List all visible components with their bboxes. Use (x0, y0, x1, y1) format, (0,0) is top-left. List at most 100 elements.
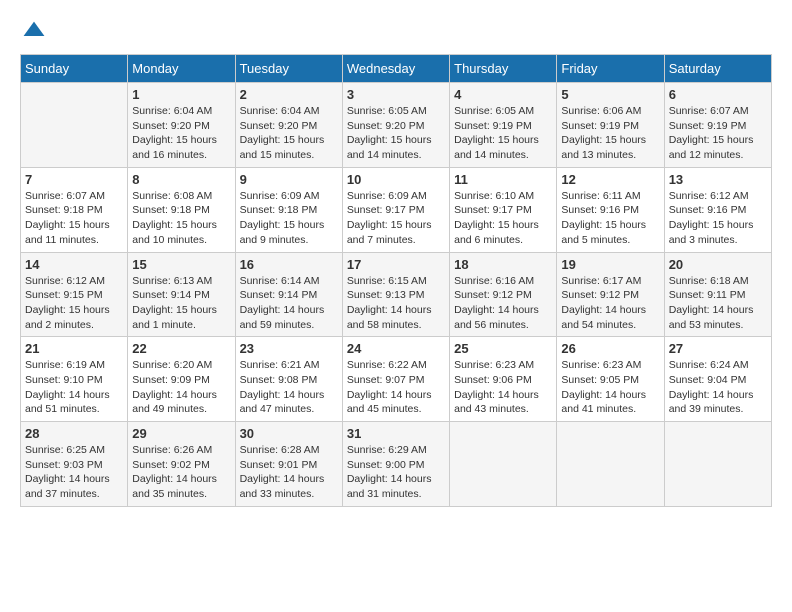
calendar-cell: 6Sunrise: 6:07 AM Sunset: 9:19 PM Daylig… (664, 83, 771, 168)
day-info: Sunrise: 6:23 AM Sunset: 9:06 PM Dayligh… (454, 358, 552, 417)
calendar-cell: 12 Sunrise: 6:11 AM Sunset: 9:16 PM Dayli… (557, 167, 664, 252)
calendar-header-saturday: Saturday (664, 55, 771, 83)
calendar-cell: 24Sunrise: 6:22 AM Sunset: 9:07 PM Dayli… (342, 337, 449, 422)
day-info: Sunrise: 6:05 AM Sunset: 9:19 PM Dayligh… (454, 104, 552, 163)
day-number: 16 (240, 257, 338, 272)
calendar-week-row: 21 Sunrise: 6:19 AM Sunset: 9:10 PM Dayli… (21, 337, 772, 422)
calendar-cell: 16 Sunrise: 6:14 AM Sunset: 9:14 PM Dayli… (235, 252, 342, 337)
day-info: Sunrise: 6:09 AM Sunset: 9:18 PM Dayligh… (240, 189, 338, 248)
calendar-cell (21, 83, 128, 168)
calendar-cell: 28 Sunrise: 6:25 AM Sunset: 9:03 PM Dayli… (21, 422, 128, 507)
day-info: Sunrise: 6:10 AM Sunset: 9:17 PM Dayligh… (454, 189, 552, 248)
calendar-cell: 26 Sunrise: 6:23 AM Sunset: 9:05 PM Dayli… (557, 337, 664, 422)
day-info: Sunrise: 6:26 AM Sunset: 9:02 PM Dayligh… (132, 443, 230, 502)
day-info: Sunrise: 6:12 AM Sunset: 9:15 PM Dayligh… (25, 274, 123, 333)
calendar-table: SundayMondayTuesdayWednesdayThursdayFrid… (20, 54, 772, 507)
day-number: 6 (669, 87, 767, 102)
calendar-cell: 19 Sunrise: 6:17 AM Sunset: 9:12 PM Dayli… (557, 252, 664, 337)
day-number: 14 (25, 257, 123, 272)
day-info: Sunrise: 6:04 AM Sunset: 9:20 PM Dayligh… (132, 104, 230, 163)
day-number: 31 (347, 426, 445, 441)
day-number: 7 (25, 172, 123, 187)
calendar-cell: 23 Sunrise: 6:21 AM Sunset: 9:08 PM Dayli… (235, 337, 342, 422)
calendar-cell: 30 Sunrise: 6:28 AM Sunset: 9:01 PM Dayli… (235, 422, 342, 507)
day-info: Sunrise: 6:08 AM Sunset: 9:18 PM Dayligh… (132, 189, 230, 248)
day-number: 1 (132, 87, 230, 102)
day-info: Sunrise: 6:21 AM Sunset: 9:08 PM Dayligh… (240, 358, 338, 417)
calendar-header-row: SundayMondayTuesdayWednesdayThursdayFrid… (21, 55, 772, 83)
calendar-cell: 17Sunrise: 6:15 AM Sunset: 9:13 PM Dayli… (342, 252, 449, 337)
day-info: Sunrise: 6:13 AM Sunset: 9:14 PM Dayligh… (132, 274, 230, 333)
day-number: 20 (669, 257, 767, 272)
calendar-cell: 8Sunrise: 6:08 AM Sunset: 9:18 PM Daylig… (128, 167, 235, 252)
calendar-week-row: 14 Sunrise: 6:12 AM Sunset: 9:15 PM Dayli… (21, 252, 772, 337)
day-number: 28 (25, 426, 123, 441)
day-info: Sunrise: 6:18 AM Sunset: 9:11 PM Dayligh… (669, 274, 767, 333)
day-info: Sunrise: 6:24 AM Sunset: 9:04 PM Dayligh… (669, 358, 767, 417)
calendar-week-row: 7 Sunrise: 6:07 AM Sunset: 9:18 PM Daylig… (21, 167, 772, 252)
day-info: Sunrise: 6:23 AM Sunset: 9:05 PM Dayligh… (561, 358, 659, 417)
day-number: 29 (132, 426, 230, 441)
calendar-cell: 21 Sunrise: 6:19 AM Sunset: 9:10 PM Dayli… (21, 337, 128, 422)
page-header (20, 20, 772, 44)
day-info: Sunrise: 6:25 AM Sunset: 9:03 PM Dayligh… (25, 443, 123, 502)
calendar-cell: 7 Sunrise: 6:07 AM Sunset: 9:18 PM Daylig… (21, 167, 128, 252)
calendar-header-sunday: Sunday (21, 55, 128, 83)
calendar-cell: 29 Sunrise: 6:26 AM Sunset: 9:02 PM Dayli… (128, 422, 235, 507)
calendar-header-thursday: Thursday (450, 55, 557, 83)
calendar-cell: 27 Sunrise: 6:24 AM Sunset: 9:04 PM Dayli… (664, 337, 771, 422)
day-info: Sunrise: 6:05 AM Sunset: 9:20 PM Dayligh… (347, 104, 445, 163)
day-info: Sunrise: 6:06 AM Sunset: 9:19 PM Dayligh… (561, 104, 659, 163)
calendar-week-row: 1 Sunrise: 6:04 AM Sunset: 9:20 PM Daylig… (21, 83, 772, 168)
day-info: Sunrise: 6:16 AM Sunset: 9:12 PM Dayligh… (454, 274, 552, 333)
day-number: 15 (132, 257, 230, 272)
day-number: 24 (347, 341, 445, 356)
day-info: Sunrise: 6:17 AM Sunset: 9:12 PM Dayligh… (561, 274, 659, 333)
day-number: 2 (240, 87, 338, 102)
day-number: 23 (240, 341, 338, 356)
calendar-cell (664, 422, 771, 507)
day-number: 12 (561, 172, 659, 187)
day-info: Sunrise: 6:29 AM Sunset: 9:00 PM Dayligh… (347, 443, 445, 502)
day-number: 25 (454, 341, 552, 356)
calendar-cell: 31 Sunrise: 6:29 AM Sunset: 9:00 PM Dayli… (342, 422, 449, 507)
calendar-cell (450, 422, 557, 507)
calendar-header-monday: Monday (128, 55, 235, 83)
calendar-cell: 20 Sunrise: 6:18 AM Sunset: 9:11 PM Dayli… (664, 252, 771, 337)
day-number: 9 (240, 172, 338, 187)
calendar-cell: 13Sunrise: 6:12 AM Sunset: 9:16 PM Dayli… (664, 167, 771, 252)
day-info: Sunrise: 6:07 AM Sunset: 9:18 PM Dayligh… (25, 189, 123, 248)
calendar-cell: 18 Sunrise: 6:16 AM Sunset: 9:12 PM Dayli… (450, 252, 557, 337)
logo-icon (22, 20, 46, 44)
day-info: Sunrise: 6:04 AM Sunset: 9:20 PM Dayligh… (240, 104, 338, 163)
day-number: 3 (347, 87, 445, 102)
day-info: Sunrise: 6:20 AM Sunset: 9:09 PM Dayligh… (132, 358, 230, 417)
calendar-header-tuesday: Tuesday (235, 55, 342, 83)
day-info: Sunrise: 6:09 AM Sunset: 9:17 PM Dayligh… (347, 189, 445, 248)
calendar-cell: 15 Sunrise: 6:13 AM Sunset: 9:14 PM Dayli… (128, 252, 235, 337)
calendar-cell: 11Sunrise: 6:10 AM Sunset: 9:17 PM Dayli… (450, 167, 557, 252)
day-info: Sunrise: 6:14 AM Sunset: 9:14 PM Dayligh… (240, 274, 338, 333)
day-info: Sunrise: 6:11 AM Sunset: 9:16 PM Dayligh… (561, 189, 659, 248)
day-number: 21 (25, 341, 123, 356)
calendar-header-wednesday: Wednesday (342, 55, 449, 83)
calendar-cell (557, 422, 664, 507)
day-number: 5 (561, 87, 659, 102)
calendar-cell: 22 Sunrise: 6:20 AM Sunset: 9:09 PM Dayli… (128, 337, 235, 422)
calendar-cell: 1 Sunrise: 6:04 AM Sunset: 9:20 PM Daylig… (128, 83, 235, 168)
day-number: 4 (454, 87, 552, 102)
day-number: 18 (454, 257, 552, 272)
calendar-week-row: 28 Sunrise: 6:25 AM Sunset: 9:03 PM Dayli… (21, 422, 772, 507)
day-number: 10 (347, 172, 445, 187)
calendar-cell: 10 Sunrise: 6:09 AM Sunset: 9:17 PM Dayli… (342, 167, 449, 252)
day-info: Sunrise: 6:19 AM Sunset: 9:10 PM Dayligh… (25, 358, 123, 417)
day-number: 27 (669, 341, 767, 356)
day-info: Sunrise: 6:28 AM Sunset: 9:01 PM Dayligh… (240, 443, 338, 502)
calendar-cell: 2 Sunrise: 6:04 AM Sunset: 9:20 PM Daylig… (235, 83, 342, 168)
day-number: 30 (240, 426, 338, 441)
calendar-cell: 25 Sunrise: 6:23 AM Sunset: 9:06 PM Dayli… (450, 337, 557, 422)
day-number: 26 (561, 341, 659, 356)
day-number: 17 (347, 257, 445, 272)
day-number: 19 (561, 257, 659, 272)
day-number: 22 (132, 341, 230, 356)
